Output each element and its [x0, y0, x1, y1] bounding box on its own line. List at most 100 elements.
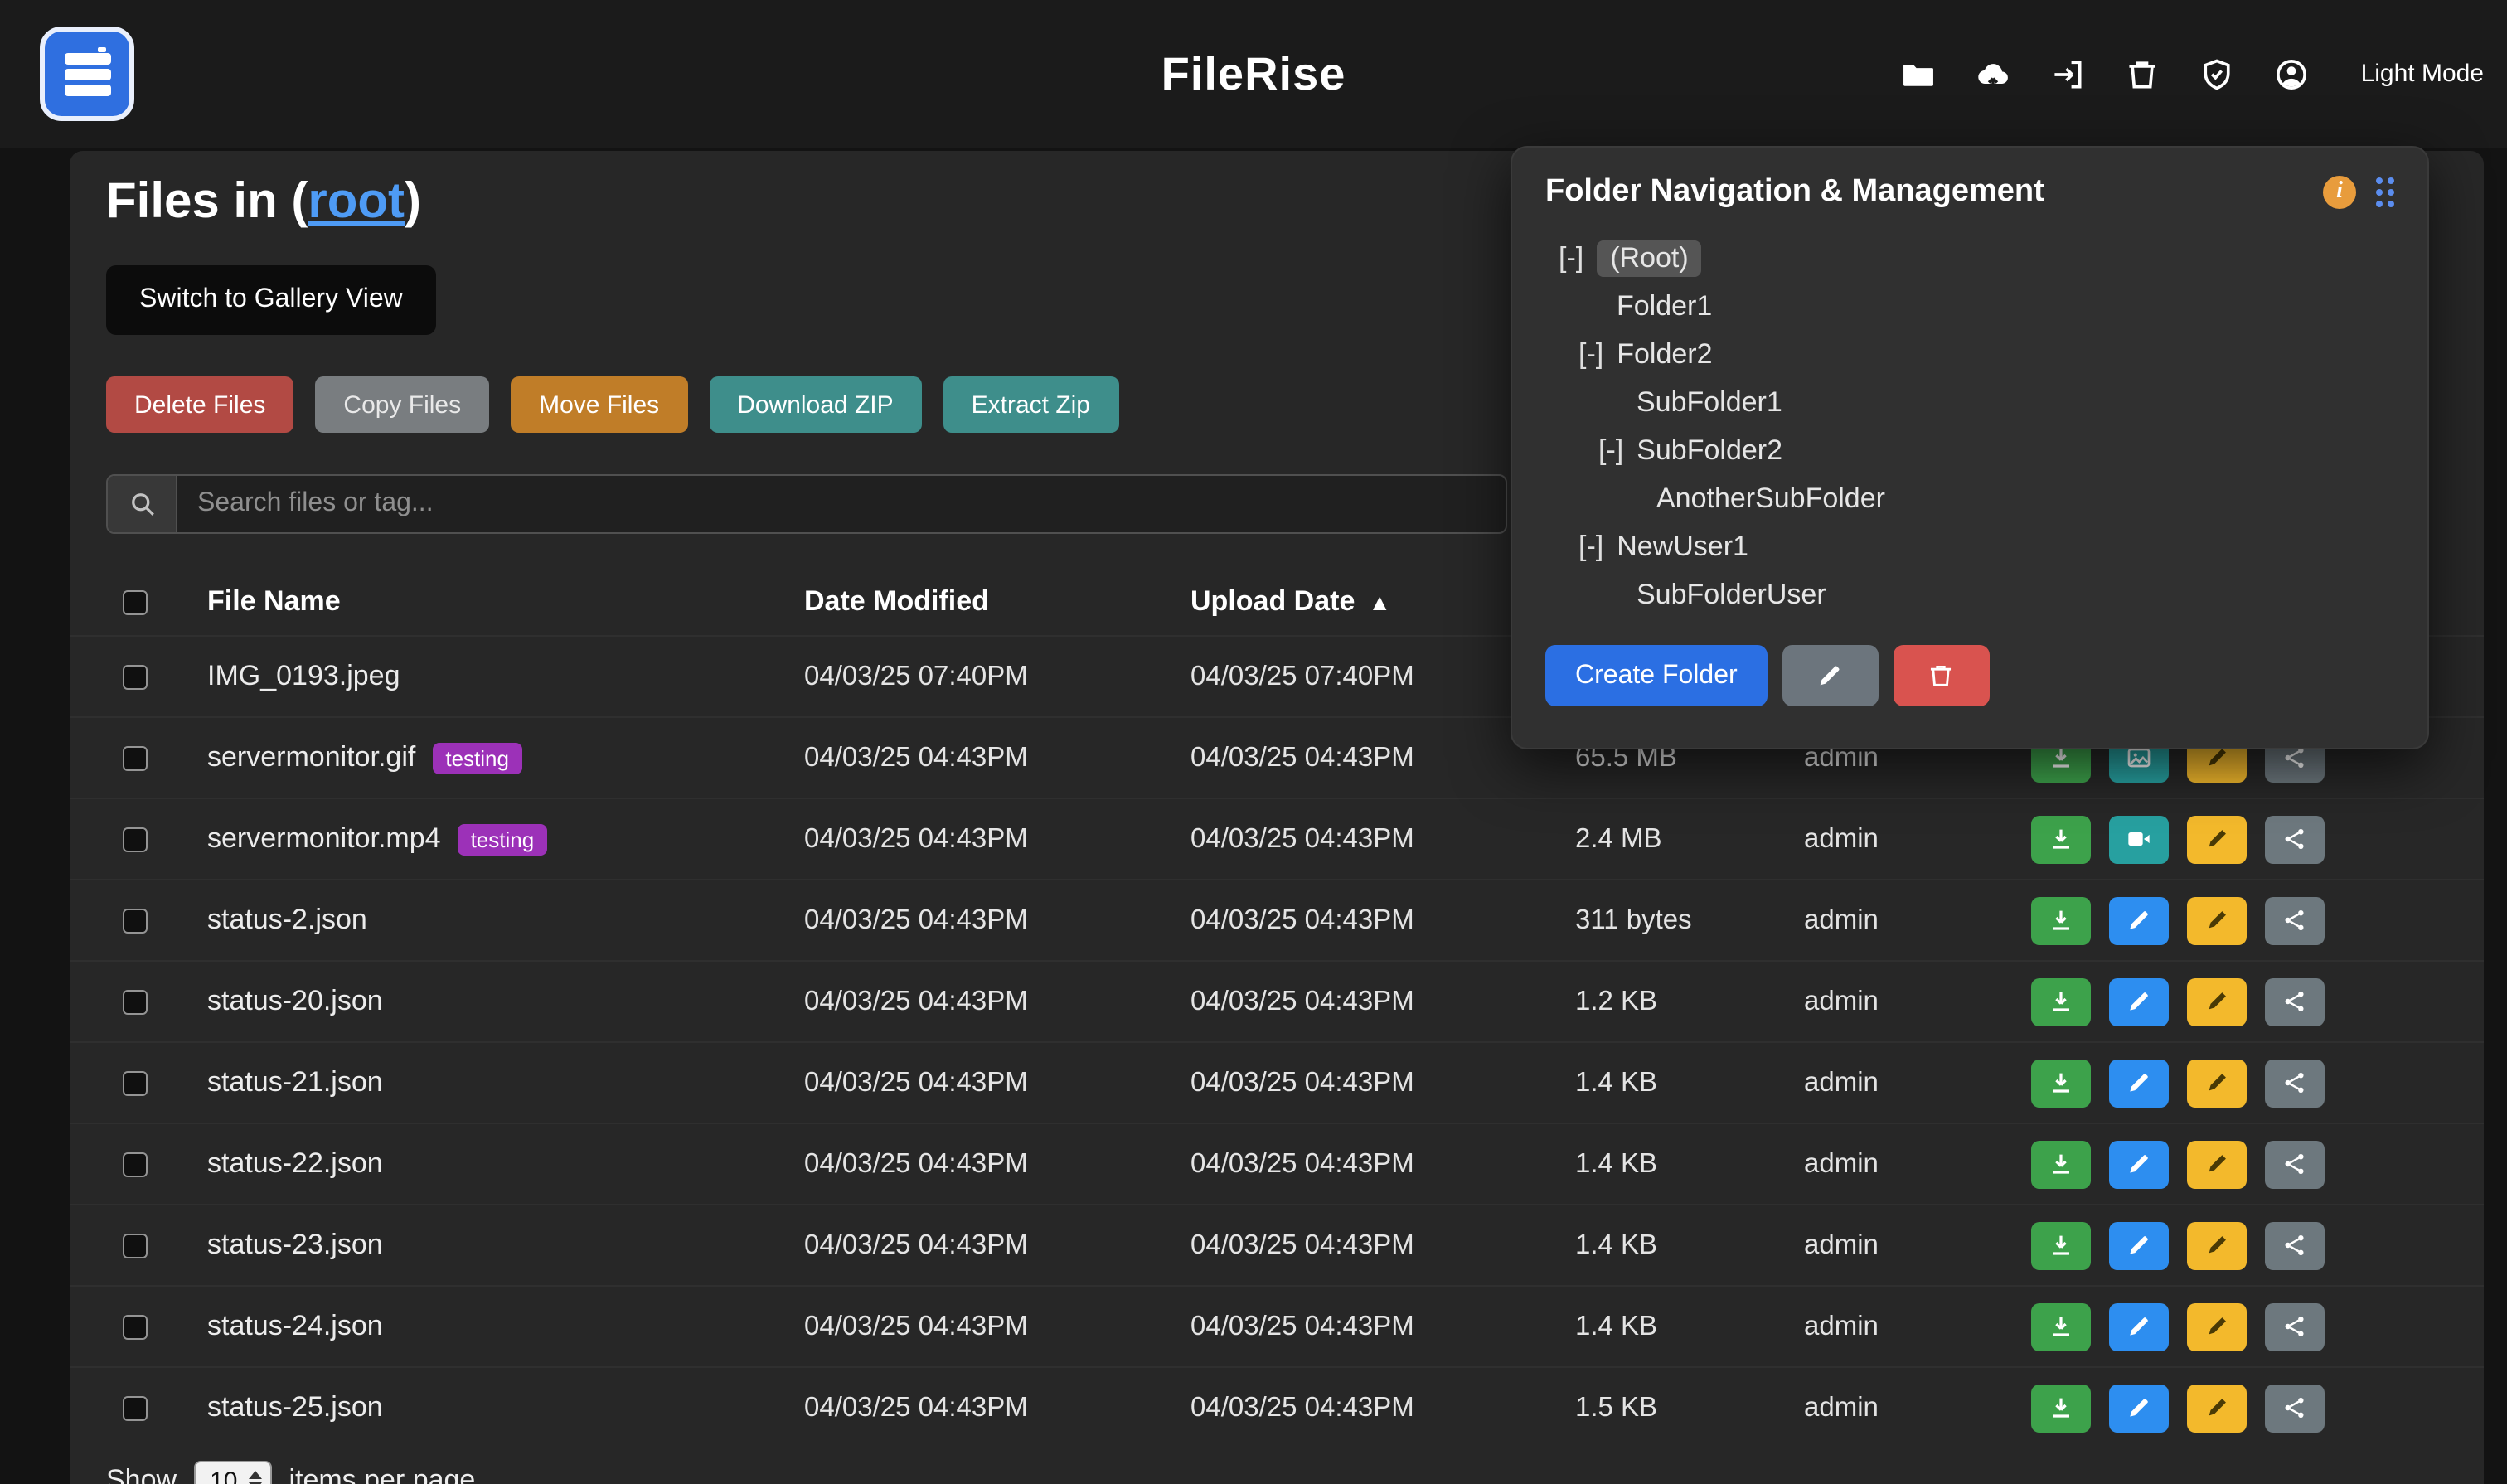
file-name[interactable]: status-20.json — [207, 985, 383, 1018]
folder-tree-item[interactable]: [-] Folder2 — [1545, 330, 2394, 378]
download-zip-button[interactable]: Download ZIP — [709, 376, 921, 433]
row-checkbox[interactable] — [123, 1070, 148, 1095]
gallery-view-button[interactable]: Switch to Gallery View — [106, 265, 436, 335]
pen-action-button[interactable] — [2187, 815, 2247, 863]
download-action-button[interactable] — [2031, 1140, 2091, 1188]
folder-tree-item[interactable]: [-] NewUser1 — [1545, 522, 2394, 570]
user-circle-icon[interactable] — [2273, 56, 2310, 92]
page-title-suffix: ) — [405, 174, 421, 229]
pen-action-button[interactable] — [2187, 896, 2247, 944]
file-name[interactable]: status-22.json — [207, 1147, 383, 1181]
delete-files-button[interactable]: Delete Files — [106, 376, 293, 433]
row-checkbox[interactable] — [123, 745, 148, 770]
pen-action-button[interactable] — [2187, 1059, 2247, 1107]
file-name[interactable]: status-25.json — [207, 1391, 383, 1424]
download-action-button[interactable] — [2031, 1384, 2091, 1432]
select-all-checkbox[interactable] — [123, 589, 148, 614]
theme-toggle[interactable]: Light Mode — [2361, 60, 2484, 88]
column-header-file-name[interactable]: File Name — [207, 585, 341, 617]
move-files-button[interactable]: Move Files — [511, 376, 687, 433]
folder-tree-item[interactable]: AnotherSubFolder — [1545, 474, 2394, 522]
column-header-date-modified[interactable]: Date Modified — [804, 585, 989, 617]
row-checkbox[interactable] — [123, 664, 148, 689]
share-action-button[interactable] — [2265, 1059, 2325, 1107]
folder-name[interactable]: SubFolder1 — [1637, 386, 1782, 419]
rename-folder-button[interactable] — [1782, 645, 1879, 706]
download-action-button[interactable] — [2031, 815, 2091, 863]
tree-collapse-toggle[interactable]: [-] — [1578, 337, 1603, 371]
uploader: admin — [1804, 1067, 2031, 1098]
drag-handle-icon[interactable] — [2376, 177, 2394, 207]
download-action-button[interactable] — [2031, 1059, 2091, 1107]
pen-action-button[interactable] — [2187, 1302, 2247, 1351]
folder-tree-item[interactable]: SubFolder1 — [1545, 378, 2394, 426]
folder-name[interactable]: AnotherSubFolder — [1656, 482, 1885, 515]
pencil-action-button[interactable] — [2109, 977, 2169, 1026]
pencil-action-button[interactable] — [2109, 896, 2169, 944]
share-action-button[interactable] — [2265, 1302, 2325, 1351]
folder-tree-item[interactable]: SubFolderUser — [1545, 570, 2394, 618]
folder-tree-item[interactable]: [-] (Root) — [1545, 234, 2394, 282]
folder-name[interactable]: SubFolder2 — [1637, 434, 1782, 467]
items-per-page-select[interactable]: 10 — [193, 1461, 272, 1484]
pencil-action-button[interactable] — [2109, 1302, 2169, 1351]
share-action-button[interactable] — [2265, 896, 2325, 944]
root-folder-link[interactable]: root — [308, 174, 405, 229]
file-name[interactable]: servermonitor.gif — [207, 741, 415, 774]
search-input[interactable] — [177, 476, 1506, 532]
pen-action-button[interactable] — [2187, 1384, 2247, 1432]
pencil-action-button[interactable] — [2109, 1059, 2169, 1107]
folder-name[interactable]: (Root) — [1597, 240, 1701, 276]
folder-name[interactable]: Folder2 — [1617, 337, 1712, 371]
download-action-button[interactable] — [2031, 977, 2091, 1026]
row-checkbox[interactable] — [123, 1233, 148, 1258]
extract-zip-button[interactable]: Extract Zip — [943, 376, 1118, 433]
tree-collapse-toggle[interactable]: [-] — [1559, 241, 1583, 274]
row-checkbox[interactable] — [123, 1152, 148, 1176]
row-checkbox[interactable] — [123, 989, 148, 1014]
file-name[interactable]: status-2.json — [207, 904, 367, 937]
folder-icon[interactable] — [1900, 56, 1937, 92]
pencil-action-button[interactable] — [2109, 1384, 2169, 1432]
info-icon[interactable]: i — [2323, 176, 2356, 209]
file-name[interactable]: servermonitor.mp4 — [207, 822, 441, 856]
column-header-upload-date[interactable]: Upload Date — [1190, 585, 1355, 617]
row-checkbox[interactable] — [123, 1395, 148, 1420]
folder-tree-item[interactable]: [-] SubFolder2 — [1545, 426, 2394, 474]
share-action-button[interactable] — [2265, 1221, 2325, 1269]
video-action-button[interactable] — [2109, 815, 2169, 863]
download-action-button[interactable] — [2031, 1302, 2091, 1351]
copy-files-button[interactable]: Copy Files — [315, 376, 489, 433]
trash-icon[interactable] — [2124, 56, 2160, 92]
share-action-button[interactable] — [2265, 1384, 2325, 1432]
folder-name[interactable]: SubFolderUser — [1637, 578, 1826, 611]
file-name[interactable]: IMG_0193.jpeg — [207, 660, 400, 693]
share-action-button[interactable] — [2265, 977, 2325, 1026]
share-action-button[interactable] — [2265, 1140, 2325, 1188]
row-checkbox[interactable] — [123, 908, 148, 933]
logout-icon[interactable] — [2049, 56, 2086, 92]
share-action-button[interactable] — [2265, 815, 2325, 863]
pencil-action-button[interactable] — [2109, 1221, 2169, 1269]
pen-action-button[interactable] — [2187, 1221, 2247, 1269]
download-action-button[interactable] — [2031, 1221, 2091, 1269]
create-folder-button[interactable]: Create Folder — [1545, 645, 1768, 706]
tree-collapse-toggle[interactable]: [-] — [1598, 434, 1623, 467]
file-name[interactable]: status-23.json — [207, 1229, 383, 1262]
user-shield-icon[interactable] — [2199, 56, 2235, 92]
download-action-button[interactable] — [2031, 896, 2091, 944]
folder-tree-item[interactable]: Folder1 — [1545, 282, 2394, 330]
pen-action-button[interactable] — [2187, 977, 2247, 1026]
folder-name[interactable]: Folder1 — [1617, 289, 1712, 323]
pen-action-button[interactable] — [2187, 1140, 2247, 1188]
row-checkbox[interactable] — [123, 1314, 148, 1339]
file-name[interactable]: status-24.json — [207, 1310, 383, 1343]
tree-collapse-toggle[interactable]: [-] — [1578, 530, 1603, 563]
cloud-upload-icon[interactable] — [1975, 56, 2011, 92]
file-name[interactable]: status-21.json — [207, 1066, 383, 1099]
delete-folder-button[interactable] — [1894, 645, 1990, 706]
uploader: admin — [1804, 986, 2031, 1017]
folder-name[interactable]: NewUser1 — [1617, 530, 1748, 563]
pencil-action-button[interactable] — [2109, 1140, 2169, 1188]
row-checkbox[interactable] — [123, 827, 148, 851]
